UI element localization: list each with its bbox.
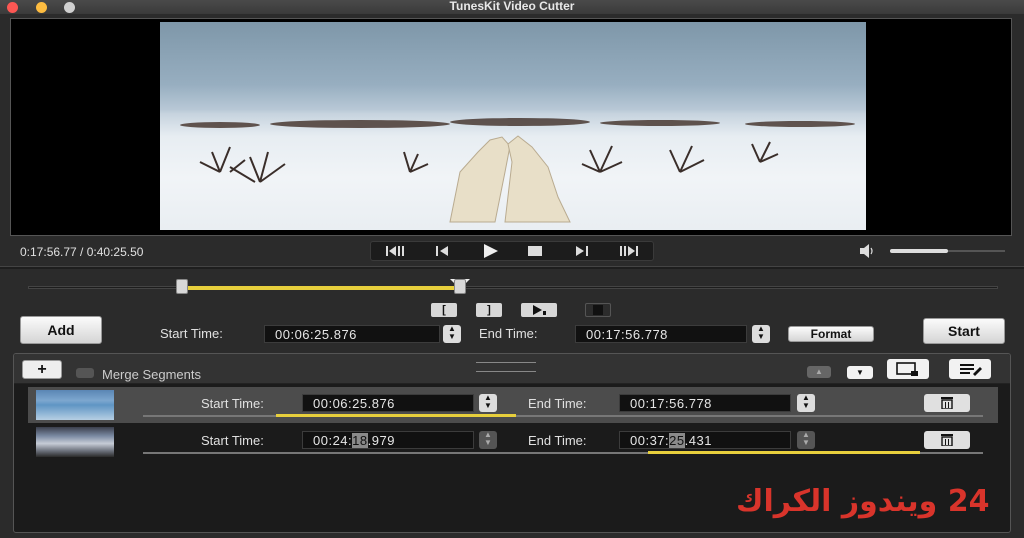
play-icon[interactable]: [482, 244, 498, 258]
start-time-field[interactable]: 00:06:25.876: [264, 325, 440, 343]
segment-progress-track: [143, 414, 983, 417]
segment-start-stepper[interactable]: ▲ ▼: [479, 394, 497, 412]
add-button[interactable]: Add: [20, 316, 102, 344]
watermark-text: 24 ويندوز الكراك: [736, 484, 990, 519]
step-back-icon[interactable]: [436, 245, 452, 257]
end-time-suffix: .431: [684, 433, 712, 448]
start-time-prefix: 00:24:: [313, 433, 353, 448]
segment-progress-track: [143, 451, 983, 454]
stop-segment-button[interactable]: [585, 303, 611, 317]
volume-level: [890, 249, 948, 253]
volume-icon[interactable]: [860, 244, 876, 263]
segment-progress: [276, 414, 516, 417]
segment-start-field[interactable]: 00:06:25.876: [302, 394, 474, 412]
segment-start-label: Start Time:: [201, 433, 264, 448]
segment-progress: [648, 451, 920, 454]
move-up-icon[interactable]: ▲: [807, 366, 831, 378]
delete-segment-button[interactable]: [924, 431, 970, 449]
start-button[interactable]: Start: [923, 318, 1005, 344]
move-down-icon[interactable]: ▼: [847, 366, 873, 379]
set-end-button[interactable]: ]: [476, 303, 502, 317]
divider: [0, 266, 1024, 269]
play-segment-button[interactable]: [521, 303, 557, 317]
edit-list-icon[interactable]: [949, 359, 991, 379]
drag-handle-icon[interactable]: [476, 362, 536, 372]
end-time-stepper[interactable]: ▲ ▼: [752, 325, 770, 343]
video-frame: [160, 22, 866, 230]
next-frame-icon[interactable]: [618, 245, 638, 257]
segment-thumbnail: [36, 390, 114, 420]
add-segment-button[interactable]: +: [22, 360, 62, 379]
end-time-label: End Time:: [479, 326, 538, 341]
segment-end-stepper[interactable]: ▲ ▼: [797, 431, 815, 449]
segment-end-field[interactable]: 00:37:25.431: [619, 431, 791, 449]
step-forward-icon[interactable]: [572, 245, 588, 257]
segment-end-label: End Time:: [528, 396, 587, 411]
timeline-track[interactable]: [28, 279, 998, 294]
segment-start-stepper[interactable]: ▲ ▼: [479, 431, 497, 449]
stop-icon[interactable]: [528, 245, 542, 257]
segment-thumbnail: [36, 427, 114, 457]
volume-slider[interactable]: [890, 249, 1005, 253]
delete-segment-button[interactable]: [924, 394, 970, 412]
segment-end-label: End Time:: [528, 433, 587, 448]
prev-frame-icon[interactable]: [386, 245, 406, 257]
start-time-stepper[interactable]: ▲ ▼: [443, 325, 461, 343]
segment-start-field[interactable]: 00:24:18.979: [302, 431, 474, 449]
selected-range: [182, 286, 460, 290]
end-time-prefix: 00:37:: [630, 433, 670, 448]
start-time-suffix: .979: [367, 433, 395, 448]
range-end-handle[interactable]: [453, 279, 466, 294]
set-start-button[interactable]: [: [431, 303, 457, 317]
end-time-selected: 25: [669, 433, 685, 448]
start-time-selected: 18: [352, 433, 368, 448]
end-time-field[interactable]: 00:17:56.778: [575, 325, 747, 343]
format-button[interactable]: Format: [788, 326, 874, 342]
segment-start-label: Start Time:: [201, 396, 264, 411]
segment-end-field[interactable]: 00:17:56.778: [619, 394, 791, 412]
segment-row[interactable]: Start Time: 00:24:18.979 ▲ ▼ End Time: 00…: [28, 424, 998, 460]
time-display: 0:17:56.77 / 0:40:25.50: [20, 245, 144, 259]
title-bar: TunesKit Video Cutter: [0, 0, 1024, 14]
merge-toggle[interactable]: [76, 368, 94, 378]
segment-list-header: + Merge Segments ▲ ▼: [14, 354, 1010, 384]
merge-segments-label: Merge Segments: [102, 367, 201, 382]
transport-controls: [370, 241, 654, 261]
segment-row[interactable]: Start Time: 00:06:25.876 ▲ ▼ End Time: 00…: [28, 387, 998, 423]
segment-end-stepper[interactable]: ▲ ▼: [797, 394, 815, 412]
screen-icon[interactable]: [887, 359, 929, 379]
range-start-handle[interactable]: [176, 279, 189, 294]
window-title: TunesKit Video Cutter: [449, 0, 575, 13]
start-time-label: Start Time:: [160, 326, 223, 341]
